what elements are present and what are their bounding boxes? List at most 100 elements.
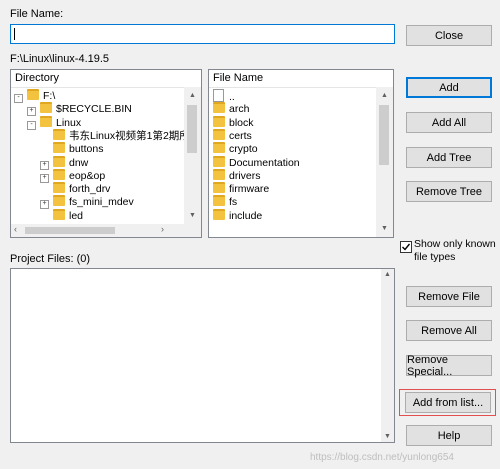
remove-special-button[interactable]: Remove Special... <box>406 354 492 378</box>
file-list-item[interactable]: block <box>213 115 254 129</box>
file-list-item-label: arch <box>229 103 250 116</box>
folder-icon <box>213 115 225 127</box>
help-button[interactable]: Help <box>406 425 492 446</box>
text-cursor <box>14 28 15 40</box>
folder-icon <box>40 102 52 114</box>
file-list-item[interactable]: drivers <box>213 168 261 182</box>
file-list-item-label: fs <box>229 196 238 209</box>
scroll-up-icon[interactable]: ▲ <box>384 271 391 278</box>
tree-item-label: Linux <box>56 116 82 129</box>
remove-all-button[interactable]: Remove All <box>406 320 492 341</box>
folder-icon <box>213 102 225 114</box>
tree-item[interactable]: - Linux <box>27 115 82 130</box>
folder-icon <box>53 195 65 207</box>
show-known-types-label[interactable]: Show only known file types <box>414 238 498 264</box>
file-list-item-label: block <box>229 116 254 129</box>
tree-item-label: fs_mini_mdev <box>69 196 134 209</box>
file-name-input[interactable] <box>10 24 395 44</box>
tree-item[interactable]: buttons <box>40 142 103 155</box>
file-list-item[interactable]: fs <box>213 195 237 208</box>
show-known-types-checkbox[interactable] <box>400 241 412 253</box>
tree-item-label: forth_drv <box>69 183 111 196</box>
tree-item[interactable]: led <box>40 208 84 222</box>
folder-icon <box>213 155 225 167</box>
directory-panel[interactable]: Directory - F:\ + $RECYCLE.BIN - Linux 韦东Linux… <box>10 69 202 238</box>
folder-icon <box>213 142 225 154</box>
scroll-down-icon[interactable]: ▼ <box>376 220 393 237</box>
close-button[interactable]: Close <box>406 25 492 46</box>
scroll-right-icon[interactable]: › <box>161 224 164 234</box>
scroll-thumb[interactable] <box>379 105 389 165</box>
folder-icon <box>53 182 65 194</box>
scroll-down-icon[interactable]: ▼ <box>384 433 391 440</box>
tree-item[interactable]: 韦东Linux视频第1第2期所有源码 <box>40 128 201 142</box>
directory-vscroll[interactable]: ▲ ▼ <box>184 87 201 224</box>
scroll-thumb[interactable] <box>187 105 197 153</box>
project-files-vscroll[interactable]: ▲ ▼ <box>381 269 394 442</box>
remove-file-button[interactable]: Remove File <box>406 286 492 307</box>
directory-hscroll[interactable]: ‹ › <box>11 224 184 237</box>
scroll-down-icon[interactable]: ▼ <box>184 207 201 224</box>
scroll-up-icon[interactable]: ▲ <box>376 87 393 104</box>
add-button[interactable]: Add <box>406 77 492 98</box>
folder-icon <box>213 195 225 207</box>
tree-item-label: $RECYCLE.BIN <box>56 103 132 116</box>
scroll-up-icon[interactable]: ▲ <box>184 87 201 104</box>
project-files-list[interactable]: ▲ ▼ <box>10 268 395 443</box>
folder-icon <box>213 168 225 180</box>
folder-icon <box>213 208 225 220</box>
file-list-item[interactable]: arch <box>213 102 249 115</box>
folder-icon <box>53 142 65 154</box>
file-list-item-label: certs <box>229 129 252 142</box>
project-files-label: Project Files: (0) <box>10 253 91 265</box>
add-tree-button[interactable]: Add Tree <box>406 147 492 168</box>
checkmark-icon <box>402 243 411 251</box>
file-list-item[interactable]: firmware <box>213 182 269 195</box>
tree-item-label: dnw <box>69 156 89 169</box>
add-all-button[interactable]: Add All <box>406 112 492 133</box>
file-list-item[interactable]: .. <box>213 89 235 103</box>
folder-icon <box>53 155 65 167</box>
remove-tree-button[interactable]: Remove Tree <box>406 181 492 202</box>
collapse-icon[interactable]: - <box>14 94 23 103</box>
add-from-list-button[interactable]: Add from list... <box>405 392 491 413</box>
tree-item-label: buttons <box>69 143 104 156</box>
tree-item-label: led <box>69 209 84 222</box>
hscroll-thumb[interactable] <box>25 227 115 234</box>
file-list-item-label: crypto <box>229 143 258 156</box>
collapse-icon[interactable]: - <box>27 120 36 130</box>
current-path: F:\Linux\linux-4.19.5 <box>10 53 110 65</box>
tree-item[interactable]: + eop&op <box>40 168 106 183</box>
folder-icon <box>53 168 65 180</box>
tree-item-label: 韦东Linux视频第1第2期所有源码 <box>69 129 201 142</box>
tree-item[interactable]: forth_drv <box>40 182 110 195</box>
tree-item[interactable]: + dnw <box>40 155 89 170</box>
scroll-left-icon[interactable]: ‹ <box>14 224 17 234</box>
file-name-label: File Name: <box>10 8 64 20</box>
tree-item-label: eop&op <box>69 169 106 182</box>
file-list-header[interactable]: File Name <box>209 70 393 88</box>
folder-icon <box>53 128 65 140</box>
file-list-item[interactable]: certs <box>213 128 252 142</box>
file-list-item-label: .. <box>229 91 235 103</box>
tree-item[interactable]: + $RECYCLE.BIN <box>27 102 132 117</box>
folder-icon <box>40 115 52 127</box>
file-list-item[interactable]: Documentation <box>213 155 300 169</box>
folder-icon <box>53 208 65 220</box>
file-list-item[interactable]: crypto <box>213 142 258 155</box>
file-list-vscroll[interactable]: ▲ ▼ <box>376 87 393 237</box>
file-list-item[interactable]: include <box>213 208 263 222</box>
tree-item-label: F:\ <box>43 90 56 102</box>
file-list-item-label: firmware <box>229 183 270 196</box>
watermark: https://blog.csdn.net/yunlong654 <box>310 452 454 463</box>
folder-icon <box>213 182 225 194</box>
tree-item[interactable]: - F:\ <box>14 89 56 103</box>
file-list-item-label: drivers <box>229 169 261 182</box>
file-list-panel[interactable]: File Name .. arch block certs crypto Document… <box>208 69 394 238</box>
folder-icon <box>213 128 225 140</box>
directory-header[interactable]: Directory <box>11 70 201 88</box>
parent-dir-icon <box>213 89 224 102</box>
file-list-item-label: include <box>229 209 263 222</box>
folder-icon <box>27 89 39 100</box>
tree-item[interactable]: + fs_mini_mdev <box>40 195 134 210</box>
